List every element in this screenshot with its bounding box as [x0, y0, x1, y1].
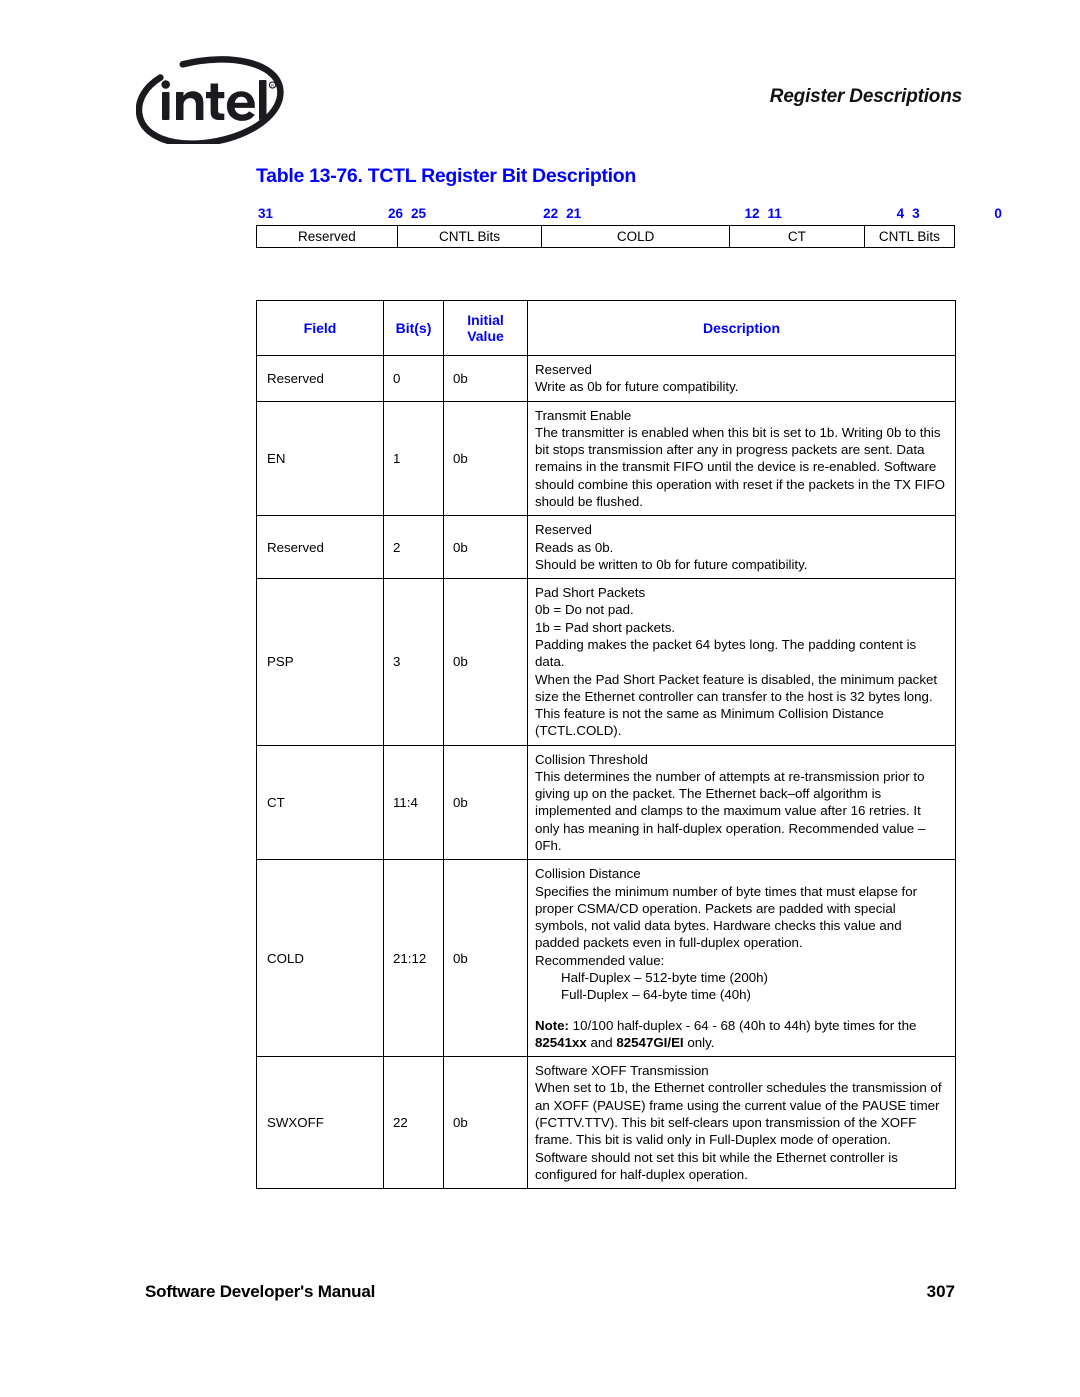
table-row: Reserved 0 0b Reserved Write as 0b for futur…: [256, 355, 956, 402]
cell-field: Reserved: [256, 355, 384, 402]
description-line: Recommended value:: [535, 952, 665, 968]
cell-field: CT: [256, 744, 384, 861]
description-line: When the Pad Short Packet feature is dis…: [535, 671, 938, 704]
cell-description: Software XOFF Transmission When set to 1b…: [527, 1056, 956, 1190]
column-header-bits: Bit(s): [383, 300, 444, 356]
bit-number-22: 22: [543, 206, 559, 221]
bit-number-ruler: 31 26 25 22 21 12 11 4 3 0: [256, 206, 1002, 225]
table-header-row: Field Bit(s) Initial Value Description: [256, 300, 956, 356]
bit-cell-cold-2: COLD: [542, 226, 730, 247]
cell-initial-value: 0b: [443, 744, 528, 861]
cell-description: Collision Threshold This determines the n…: [527, 744, 956, 861]
footer-page-number: 307: [926, 1282, 955, 1301]
description-line: Collision Threshold: [535, 751, 648, 767]
bit-number-26: 26: [387, 206, 403, 221]
register-bit-layout-diagram: 31 26 25 22 21 12 11 4 3 0 Reserved CNTL Bits COLD C…: [256, 206, 1002, 248]
cell-initial-value: 0b: [443, 578, 528, 746]
description-line: Specifies the minimum number of byte tim…: [535, 883, 918, 951]
page-section-title: Register Descriptions: [769, 86, 962, 107]
description-line: Reserved: [535, 362, 592, 377]
cell-field: EN: [256, 400, 384, 517]
column-header-description: Description: [527, 300, 956, 356]
cell-bits: 21:12: [383, 859, 444, 1058]
bit-number-4: 4: [896, 206, 905, 221]
cell-description: Pad Short Packets 0b = Do not pad. 1b = Pa…: [527, 578, 956, 746]
description-line: Software XOFF Transmission: [535, 1063, 709, 1079]
bit-number-25: 25: [410, 206, 426, 221]
page-footer: Software Developer's Manual 307: [0, 1282, 1080, 1312]
table-row: SWXOFF 22 0b Software XOFF Transmission When…: [256, 1056, 956, 1190]
cell-initial-value: 0b: [443, 1056, 528, 1190]
bit-field-cells: Reserved CNTL Bits COLD CT CNTL Bits: [256, 225, 955, 248]
bit-number-3: 3: [912, 206, 920, 221]
description-line: Write as 0b for future compatibility.: [535, 379, 739, 395]
cell-initial-value: 0b: [443, 859, 528, 1058]
column-header-field: Field: [256, 300, 384, 356]
cell-initial-value: 0b: [443, 355, 528, 402]
description-line: Half-Duplex – 512-byte time (200h): [561, 970, 768, 985]
cell-bits: 1: [383, 400, 444, 517]
svg-text:R: R: [271, 83, 274, 88]
description-line: Reads as 0b.: [535, 539, 614, 555]
table-row: EN 1 0b Transmit Enable The transmitter is e…: [256, 400, 956, 517]
cell-description: Collision Distance Specifies the minimum …: [527, 859, 956, 1058]
table-row: Reserved 2 0b Reserved Reads as 0b. Should be…: [256, 515, 956, 580]
description-line: Collision Distance: [535, 866, 641, 882]
description-line: Should be written to 0b for future compa…: [535, 556, 808, 572]
cell-field: Reserved: [256, 515, 384, 580]
description-line: The transmitter is enabled when this bit…: [535, 424, 945, 509]
description-line: When set to 1b, the Ethernet controller …: [535, 1080, 942, 1182]
description-line: Padding makes the packet 64 bytes long. …: [535, 636, 917, 670]
initial-value-line1: Initial: [467, 311, 504, 328]
intel-logo: R: [135, 56, 284, 147]
cell-field: PSP: [256, 578, 384, 746]
cell-initial-value: 0b: [443, 515, 528, 580]
bit-cell-cntl-bits-4: CNTL Bits: [878, 229, 940, 244]
footer-manual-title: Software Developer's Manual: [145, 1282, 376, 1301]
cell-initial-value: 0b: [443, 400, 528, 517]
cell-bits: 3: [383, 578, 444, 746]
cell-description: Reserved Write as 0b for future compatibi…: [527, 355, 956, 402]
table-row: CT 11:4 0b Collision Threshold This determin…: [256, 744, 956, 861]
bit-number-31: 31: [258, 206, 274, 221]
table-row: PSP 3 0b Pad Short Packets 0b = Do not pad. 1…: [256, 578, 956, 746]
bit-cell-reserved-0: Reserved: [257, 226, 398, 247]
cell-description: Reserved Reads as 0b. Should be written to…: [527, 515, 956, 580]
description-spacer: [535, 1004, 947, 1017]
description-line: Note: 10/100 half-duplex - 64 - 68 (40h …: [535, 1017, 917, 1050]
register-bit-description-table: Field Bit(s) Initial Value Description R…: [256, 300, 956, 1190]
bit-number-12: 12: [744, 206, 760, 221]
cell-bits: 22: [383, 1056, 444, 1190]
cell-description: Transmit Enable The transmitter is enable…: [527, 400, 956, 517]
bit-cell-ct-3: CT: [730, 226, 865, 247]
initial-value-line2: Value: [467, 328, 504, 344]
bit-number-0: 0: [994, 206, 1002, 221]
bit-number-11: 11: [767, 206, 782, 221]
description-line: Full-Duplex – 64-byte time (40h): [561, 987, 751, 1003]
bit-cell-cntl-bits-1: CNTL Bits: [398, 226, 543, 247]
description-line: Pad Short Packets: [535, 585, 646, 601]
column-header-initial-value: Initial Value: [443, 300, 528, 356]
description-line: Reserved: [535, 522, 592, 538]
bit-number-21: 21: [566, 206, 582, 221]
table-caption: Table 13-76. TCTL Register Bit Descripti…: [256, 165, 637, 187]
description-line: This determines the number of attempts a…: [535, 768, 926, 854]
page-header: R Register Descriptions: [0, 0, 1080, 150]
cell-bits: 0: [383, 355, 444, 402]
cell-field: SWXOFF: [256, 1056, 384, 1190]
cell-bits: 11:4: [383, 744, 444, 861]
cell-bits: 2: [383, 515, 444, 580]
description-line: Transmit Enable: [535, 407, 632, 423]
description-line: 1b = Pad short packets.: [535, 619, 676, 635]
description-line: This feature is not the same as Minimum …: [535, 706, 884, 739]
table-row: COLD 21:12 0b Collision Distance Specifies t…: [256, 859, 956, 1058]
description-line: 0b = Do not pad.: [535, 602, 634, 618]
cell-field: COLD: [256, 859, 384, 1058]
